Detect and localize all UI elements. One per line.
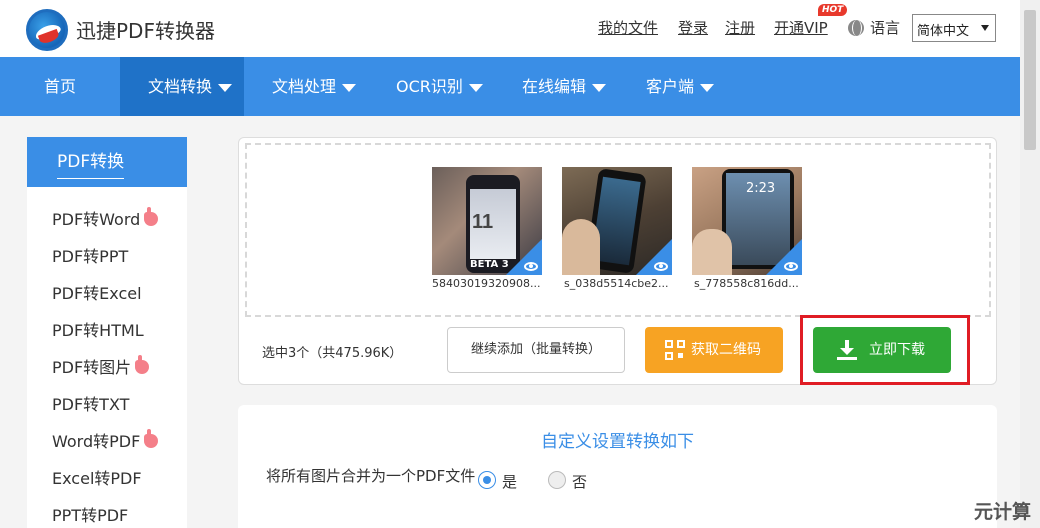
sidebar-item-label: PDF转PPT	[52, 247, 129, 266]
merge-yes-radio[interactable]	[478, 471, 496, 489]
hot-hand-icon	[135, 355, 150, 374]
language-select[interactable]: 简体中文	[912, 14, 996, 42]
main-nav: 首页 文档转换 文档处理 OCR识别 在线编辑 客户端	[0, 57, 1020, 116]
sidebar-item-pdf-to-excel[interactable]: PDF转Excel	[52, 280, 142, 304]
caret-down-icon	[700, 83, 715, 92]
nav-item-label: OCR识别	[396, 77, 463, 96]
nav-item-label: 客户端	[646, 77, 695, 96]
nav-item-label: 文档处理	[272, 77, 337, 96]
globe-icon	[848, 20, 864, 36]
file-thumbnail[interactable]: 2:23	[692, 167, 802, 275]
preview-corner	[636, 239, 672, 275]
thumbnail-badge-text: BETA 3	[470, 259, 509, 270]
file-name: s_038d5514cbe2...	[564, 277, 669, 290]
hot-hand-icon	[144, 429, 159, 448]
sidebar-item-word-to-pdf[interactable]: Word转PDF	[52, 428, 159, 452]
eye-icon[interactable]	[524, 262, 538, 271]
merge-yes-label[interactable]: 是	[502, 471, 517, 492]
nav-item-label: 文档转换	[148, 77, 213, 96]
download-now-button[interactable]: 立即下载	[813, 327, 951, 373]
eye-icon[interactable]	[784, 262, 798, 271]
button-label: 立即下载	[869, 342, 925, 358]
sidebar-item-label: PDF转Word	[52, 210, 141, 229]
nav-item-label: 在线编辑	[522, 77, 587, 96]
caret-down-icon	[342, 83, 357, 92]
sidebar-item-pdf-to-txt[interactable]: PDF转TXT	[52, 391, 129, 415]
button-label: 获取二维码	[691, 342, 761, 358]
download-icon	[837, 340, 857, 360]
thumbnail-overlay-text: 2:23	[746, 181, 776, 196]
get-qrcode-button[interactable]: 获取二维码	[645, 327, 783, 373]
nav-item-ocr[interactable]: OCR识别	[396, 57, 483, 116]
settings-panel: 自定义设置转换如下 将所有图片合并为一个PDF文件 是 否	[238, 405, 997, 528]
button-label: 继续添加（批量转换）	[470, 342, 601, 357]
sidebar-item-label: PDF转图片	[52, 358, 132, 377]
header: 迅捷PDF转换器 我的文件 登录 注册 开通VIP HOT 语言 简体中文	[0, 0, 1020, 57]
eye-icon[interactable]	[654, 262, 668, 271]
language-label: 语言	[870, 19, 901, 37]
sidebar-item-excel-to-pdf[interactable]: Excel转PDF	[52, 465, 142, 489]
sidebar-item-label: Word转PDF	[52, 432, 141, 451]
merge-no-label[interactable]: 否	[572, 471, 587, 492]
sidebar-item-label: Excel转PDF	[52, 469, 142, 488]
sidebar-item-label: PDF转HTML	[52, 321, 144, 340]
sidebar-item-label: PDF转Excel	[52, 284, 142, 303]
file-name: s_778558c816dd...	[694, 277, 799, 290]
sidebar-title: PDF转换	[57, 147, 125, 179]
nav-item-home[interactable]: 首页	[0, 57, 120, 116]
sidebar-item-label: PDF转TXT	[52, 395, 130, 414]
merge-option-label: 将所有图片合并为一个PDF文件	[266, 467, 476, 485]
language-selected-value: 简体中文	[917, 24, 970, 39]
scrollbar-thumb[interactable]	[1024, 10, 1036, 150]
merge-no-radio[interactable]	[548, 471, 566, 489]
open-vip-link[interactable]: 开通VIP	[774, 17, 828, 38]
hot-badge: HOT	[818, 4, 848, 16]
app-title[interactable]: 迅捷PDF转换器	[76, 15, 215, 44]
caret-down-icon	[592, 83, 607, 92]
login-link[interactable]: 登录	[678, 17, 708, 38]
qrcode-icon	[665, 340, 685, 360]
watermark: 元计算	[974, 501, 1032, 523]
selection-summary: 选中3个（共475.96K）	[262, 346, 403, 361]
preview-corner	[766, 239, 802, 275]
my-files-link[interactable]: 我的文件	[598, 17, 658, 38]
sidebar-item-pdf-to-image[interactable]: PDF转图片	[52, 354, 150, 378]
settings-title: 自定义设置转换如下	[541, 432, 694, 452]
sidebar: PDF转换 PDF转Word PDF转PPT PDF转Excel PDF转HTM…	[27, 137, 187, 528]
sidebar-item-pdf-to-html[interactable]: PDF转HTML	[52, 317, 144, 341]
file-thumbnail[interactable]: 11 BETA 3	[432, 167, 542, 275]
chevron-down-icon	[981, 25, 989, 31]
sidebar-item-pdf-to-ppt[interactable]: PDF转PPT	[52, 243, 128, 267]
continue-add-button[interactable]: 继续添加（批量转换）	[447, 327, 625, 373]
file-name: 58403019320908...	[432, 277, 541, 290]
preview-corner	[506, 239, 542, 275]
sidebar-header: PDF转换	[27, 137, 187, 187]
hot-hand-icon	[144, 207, 159, 226]
caret-down-icon	[468, 83, 483, 92]
sidebar-item-ppt-to-pdf[interactable]: PPT转PDF	[52, 502, 128, 526]
register-link[interactable]: 注册	[725, 17, 755, 38]
file-thumbnail[interactable]	[562, 167, 672, 275]
nav-item-online-edit[interactable]: 在线编辑	[522, 57, 607, 116]
logo-icon[interactable]	[26, 9, 68, 51]
nav-item-doc-process[interactable]: 文档处理	[272, 57, 357, 116]
nav-item-label: 首页	[43, 77, 76, 96]
sidebar-item-label: PPT转PDF	[52, 506, 129, 525]
sidebar-item-pdf-to-word[interactable]: PDF转Word	[52, 206, 159, 230]
nav-item-doc-convert[interactable]: 文档转换	[120, 57, 244, 116]
thumbnail-overlay-text: 11	[472, 211, 494, 233]
nav-item-client[interactable]: 客户端	[646, 57, 715, 116]
caret-down-icon	[218, 83, 233, 92]
